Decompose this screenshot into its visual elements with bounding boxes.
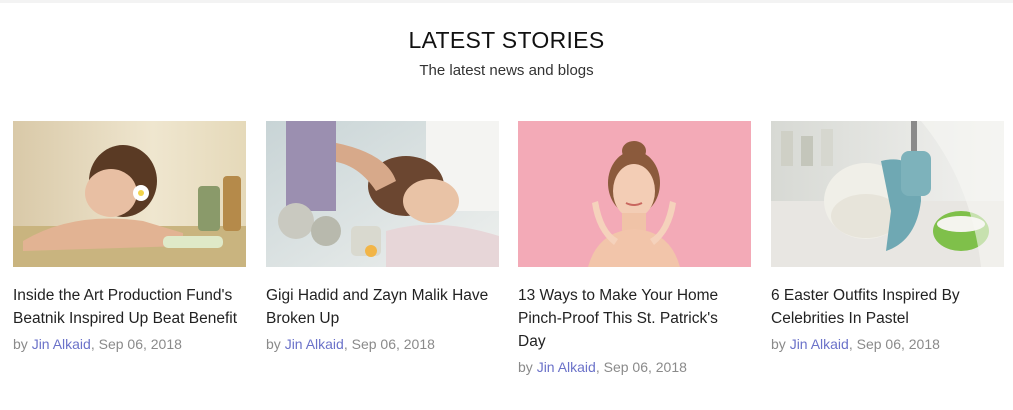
by-label: by [771, 336, 786, 352]
by-label: by [518, 359, 533, 375]
story-date: , Sep 06, 2018 [848, 336, 940, 352]
author-link[interactable]: Jin Alkaid [537, 359, 596, 375]
story-title[interactable]: Inside the Art Production Fund's Beatnik… [13, 284, 246, 330]
story-image-woman-pink[interactable] [518, 121, 751, 267]
author-link[interactable]: Jin Alkaid [32, 336, 91, 352]
story-card: Inside the Art Production Fund's Beatnik… [13, 121, 246, 352]
section-title: LATEST STORIES [408, 27, 605, 53]
story-image-face-mask[interactable] [771, 121, 1004, 267]
story-image-spa-massage[interactable] [13, 121, 246, 267]
story-card: Gigi Hadid and Zayn Malik Have Broken Up… [266, 121, 499, 352]
top-divider [0, 0, 1013, 3]
story-image-head-massage[interactable] [266, 121, 499, 267]
story-date: , Sep 06, 2018 [90, 336, 182, 352]
by-label: by [13, 336, 28, 352]
story-card: 13 Ways to Make Your Home Pinch-Proof Th… [518, 121, 751, 375]
story-meta: by Jin Alkaid, Sep 06, 2018 [518, 359, 751, 375]
author-link[interactable]: Jin Alkaid [790, 336, 849, 352]
story-meta: by Jin Alkaid, Sep 06, 2018 [266, 336, 499, 352]
latest-stories-section: LATEST STORIES The latest news and blogs [0, 0, 1013, 410]
story-meta: by Jin Alkaid, Sep 06, 2018 [771, 336, 1004, 352]
story-title[interactable]: Gigi Hadid and Zayn Malik Have Broken Up [266, 284, 499, 330]
story-date: , Sep 06, 2018 [343, 336, 435, 352]
story-card: 6 Easter Outfits Inspired By Celebrities… [771, 121, 1004, 352]
section-subtitle: The latest news and blogs [419, 62, 594, 79]
story-date: , Sep 06, 2018 [595, 359, 687, 375]
story-title[interactable]: 6 Easter Outfits Inspired By Celebrities… [771, 284, 1004, 330]
story-meta: by Jin Alkaid, Sep 06, 2018 [13, 336, 246, 352]
by-label: by [266, 336, 281, 352]
author-link[interactable]: Jin Alkaid [285, 336, 344, 352]
story-title[interactable]: 13 Ways to Make Your Home Pinch-Proof Th… [518, 284, 751, 353]
